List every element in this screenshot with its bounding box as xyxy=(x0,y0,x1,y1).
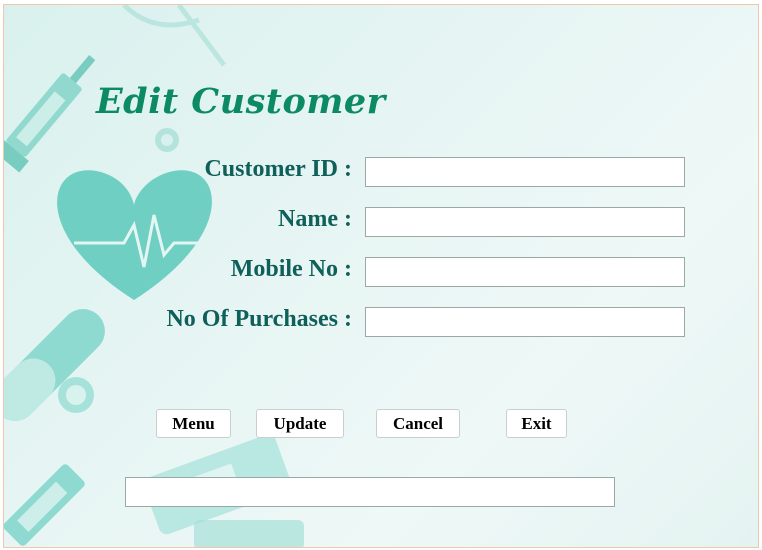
cancel-button[interactable]: Cancel xyxy=(376,409,460,438)
no-of-purchases-field[interactable] xyxy=(365,307,685,337)
exit-button[interactable]: Exit xyxy=(506,409,567,438)
edit-customer-window: Edit Customer Customer ID : Name : Mobil… xyxy=(3,4,759,548)
no-of-purchases-label: No Of Purchases : xyxy=(166,306,352,332)
heart-pulse-icon xyxy=(57,170,212,300)
mobile-no-field[interactable] xyxy=(365,257,685,287)
menu-button[interactable]: Menu xyxy=(156,409,231,438)
page-title: Edit Customer xyxy=(96,81,386,122)
stethoscope-icon xyxy=(122,5,227,152)
customer-id-field[interactable] xyxy=(365,157,685,187)
customer-id-label: Customer ID : xyxy=(204,156,352,182)
syringe-icon xyxy=(4,54,96,173)
status-field[interactable] xyxy=(125,477,615,507)
name-field[interactable] xyxy=(365,207,685,237)
name-label: Name : xyxy=(278,206,352,232)
update-button[interactable]: Update xyxy=(256,409,344,438)
pill-capsule-icon xyxy=(4,309,105,421)
mobile-no-label: Mobile No : xyxy=(230,256,352,282)
